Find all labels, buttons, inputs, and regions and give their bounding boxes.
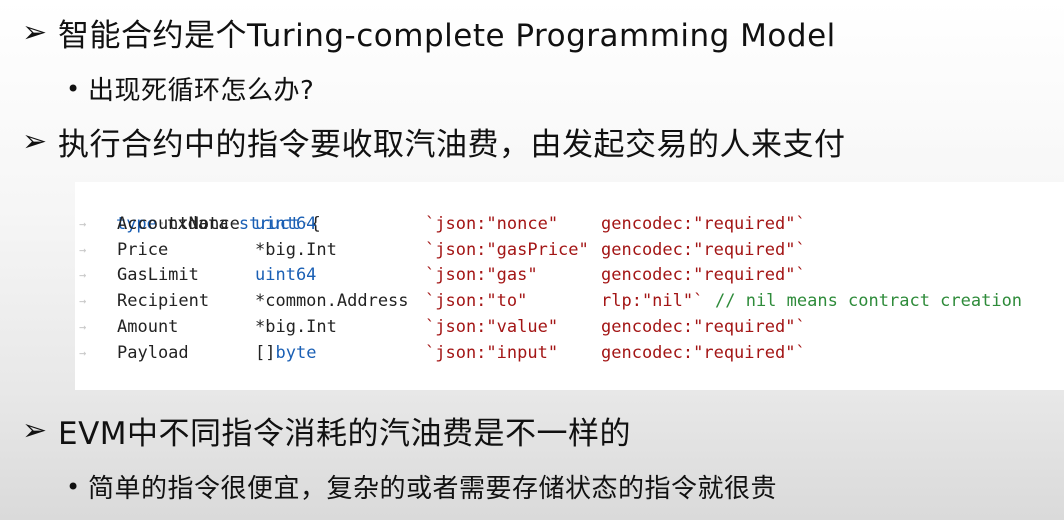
field-type: []byte [255, 341, 316, 367]
code-line-field: → AccountNonce uint64 `json:"nonce" gencodec… [75, 212, 1064, 238]
sub-bullet-text: 出现死循环怎么办? [88, 76, 315, 106]
field-extra-tag: rlp:"nil"` [601, 291, 704, 312]
bullet-smart-contract-turing: ➢ 智能合约是个Turing-complete Programming Mode… [22, 10, 836, 55]
field-name: Payload [117, 342, 189, 363]
field-json-tag: `json:"input" [425, 342, 559, 363]
field-json-tag: `json:"nonce" [425, 213, 559, 234]
code-line-header: type·txdata·struct·{ [115, 213, 321, 234]
field-type: *big.Int [255, 238, 337, 264]
arrow-bullet-icon: ➢ [22, 15, 48, 50]
tab-marker-icon: → [79, 216, 87, 231]
field-type: *big.Int [255, 315, 337, 341]
arrow-bullet-icon: ➢ [22, 413, 48, 448]
field-type-name: uint64 [255, 213, 317, 234]
sub-bullet-cost: • 简单的指令很便宜，复杂的或者需要存储状态的指令就很贵 [66, 468, 777, 505]
tab-marker-icon: → [79, 294, 87, 309]
field-type-name: byte [275, 342, 317, 363]
field-name: GasLimit [117, 265, 199, 286]
field-json-tag: `json:"value" [425, 316, 559, 337]
field-name: Price [117, 239, 169, 260]
sub-bullet-infinite-loop: • 出现死循环怎么办? [66, 70, 314, 107]
bullet-gas-fee: ➢ 执行合约中的指令要收取汽油费，由发起交易的人来支付 [22, 119, 846, 164]
code-line-field: → GasLimit uint64 `json:"gas" gencodec:"requ… [75, 263, 1064, 289]
field-extra-tag: gencodec:"required"` [601, 239, 806, 260]
dot-bullet-icon: • [66, 472, 81, 501]
code-line-field: → Price *big.Int `json:"gasPrice" gencodec:"… [75, 238, 1064, 264]
bullet-evm-gas: ➢ EVM中不同指令消耗的汽油费是不一样的 [22, 408, 631, 453]
field-extra-tag: gencodec:"required"` [601, 265, 806, 286]
field-type: *common.Address [255, 289, 409, 315]
tab-marker-icon: → [79, 242, 87, 257]
code-block-txdata: type·txdata·struct·{ → AccountNonce uint64… [75, 182, 1064, 390]
field-type-name: uint64 [255, 265, 317, 286]
field-name: Recipient [117, 291, 210, 312]
field-name: AccountNonce [117, 213, 240, 234]
field-extra-tag: gencodec:"required"` [601, 213, 806, 234]
field-type-name: *common.Address [255, 291, 409, 312]
field-json-tag: `json:"gasPrice" [425, 239, 589, 260]
code-line-field: → Amount *big.Int `json:"value" gencodec:"re… [75, 315, 1064, 341]
field-type-prefix: [] [255, 342, 276, 363]
code-line-field: → Payload []byte `json:"input" gencodec:"req… [75, 341, 1064, 367]
tab-marker-icon: → [79, 345, 87, 360]
bullet-text: 智能合约是个Turing-complete Programming Model [58, 18, 836, 54]
field-json-tag: `json:"to" [425, 291, 528, 312]
field-name: Amount [117, 316, 179, 337]
field-comment: // nil means contract creation [715, 291, 1023, 312]
field-type: uint64 [255, 212, 316, 238]
field-type: uint64 [255, 263, 316, 289]
dot-bullet-icon: • [66, 74, 81, 103]
field-extra-tag: gencodec:"required"` [601, 342, 806, 363]
bullet-text: EVM中不同指令消耗的汽油费是不一样的 [58, 416, 632, 452]
tab-marker-icon: → [79, 319, 87, 334]
field-extra-tag: gencodec:"required"` [601, 316, 806, 337]
field-json-tag: `json:"gas" [425, 265, 538, 286]
arrow-bullet-icon: ➢ [22, 124, 48, 159]
field-type-name: *big.Int [255, 239, 337, 260]
field-type-name: *big.Int [255, 316, 337, 337]
tab-marker-icon: → [79, 268, 87, 283]
bullet-text: 执行合约中的指令要收取汽油费，由发起交易的人来支付 [58, 127, 846, 163]
code-line-field: → Recipient *common.Address `json:"to" rlp:"… [75, 289, 1064, 315]
sub-bullet-text: 简单的指令很便宜，复杂的或者需要存储状态的指令就很贵 [88, 474, 778, 504]
